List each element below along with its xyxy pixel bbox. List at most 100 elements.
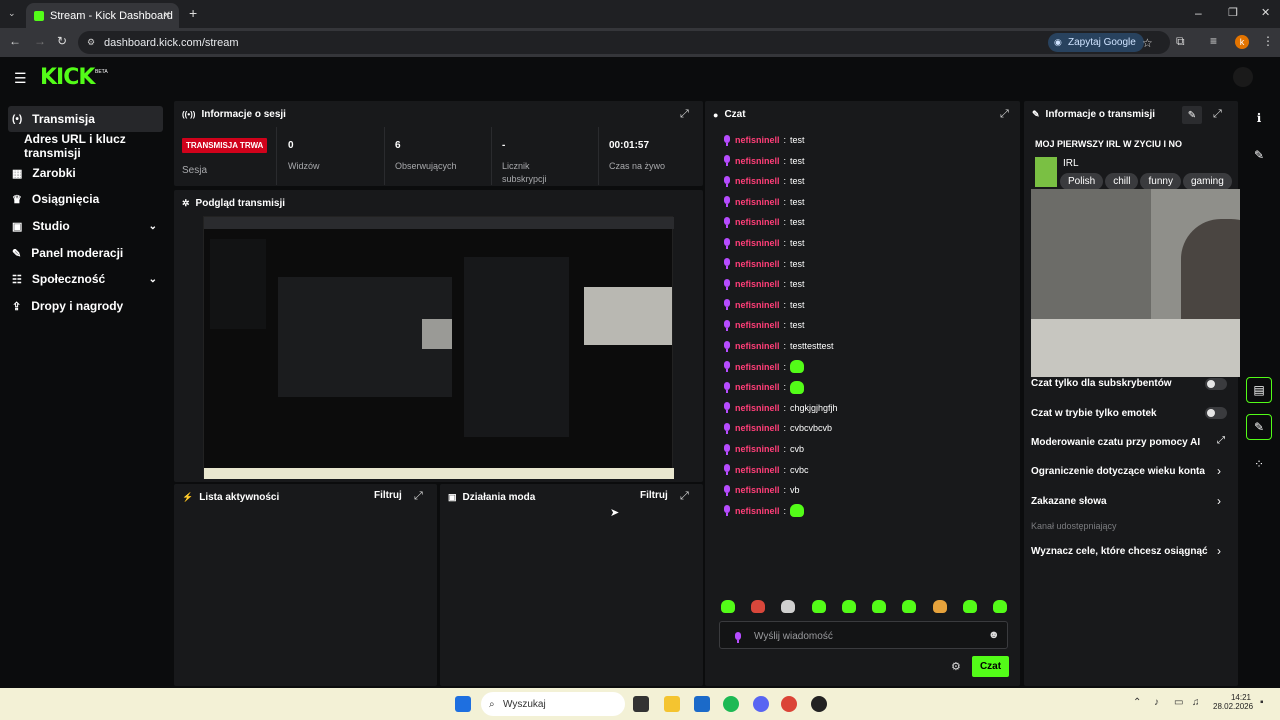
chat-username[interactable]: nefisninell (735, 382, 780, 392)
microphone-tray-icon[interactable]: ♪ (1154, 697, 1159, 708)
sidebar-item-panel-moderacji[interactable]: ✎ Panel moderacji (8, 240, 163, 266)
chat-username[interactable]: nefisninell (735, 156, 780, 166)
chrome-icon[interactable] (781, 696, 797, 712)
emote-only-toggle[interactable] (1205, 407, 1227, 419)
back-icon[interactable]: ← (9, 34, 21, 48)
setting-age-limit[interactable]: Ograniczenie dotyczące wieku konta (1031, 466, 1205, 477)
chat-message[interactable]: nefisninell: test (723, 298, 805, 312)
chat-input[interactable]: Wyślij wiadomość ☻ (719, 621, 1008, 649)
sidebar-item-stream-key[interactable]: Adres URL i klucz transmisji (20, 132, 170, 160)
maximize-icon[interactable]: ❐ (1228, 6, 1238, 19)
notifications-icon[interactable]: ▪ (1260, 697, 1264, 708)
setting-goals[interactable]: Wyznacz cele, które chcesz osiągnąć (1031, 546, 1208, 557)
chat-message[interactable]: nefisninell: cvbc (723, 463, 809, 477)
browser-menu-icon[interactable]: ⋮ (1262, 34, 1274, 48)
stream-preview-video[interactable] (203, 216, 674, 479)
media-icon[interactable]: ≡ (1210, 34, 1217, 48)
chevron-right-icon[interactable]: › (1217, 494, 1221, 508)
chat-username[interactable]: nefisninell (735, 444, 780, 454)
emote-icon[interactable] (811, 600, 826, 613)
chat-username[interactable]: nefisninell (735, 362, 780, 372)
window-close-icon[interactable]: ✕ (1261, 6, 1270, 19)
emote-icon[interactable] (781, 600, 796, 613)
chat-settings-gear-icon[interactable]: ⚙ (951, 660, 961, 673)
chat-username[interactable]: nefisninell (735, 135, 780, 145)
chat-username[interactable]: nefisninell (735, 465, 780, 475)
chat-message[interactable]: nefisninell: test (723, 277, 805, 291)
chat-message[interactable]: nefisninell: cvb (723, 442, 804, 456)
chat-username[interactable]: nefisninell (735, 341, 780, 351)
network-icon[interactable]: ▭ (1174, 697, 1183, 708)
profile-avatar[interactable]: k (1235, 35, 1249, 49)
chat-send-button[interactable]: Czat (972, 656, 1009, 677)
chat-username[interactable]: nefisninell (735, 197, 780, 207)
setting-banned-words[interactable]: Zakazane słowa (1031, 496, 1107, 507)
sidebar-item-osiagniecia[interactable]: ♛ Osiągnięcia (8, 186, 163, 212)
chat-message[interactable]: nefisninell: (723, 504, 805, 518)
filter-button[interactable]: Filtruj (640, 490, 668, 501)
emote-icon[interactable] (721, 600, 735, 613)
minimize-icon[interactable]: – (1195, 6, 1202, 20)
chat-message[interactable]: nefisninell: testtesttest (723, 339, 834, 353)
filter-button[interactable]: Filtruj (374, 490, 402, 501)
chat-message[interactable]: nefisninell: chgkjgjhgfjh (723, 401, 838, 415)
task-view-icon[interactable] (633, 696, 649, 712)
chat-username[interactable]: nefisninell (735, 238, 780, 248)
chat-message[interactable]: nefisninell: cvbcvbcvb (723, 421, 832, 435)
expand-icon[interactable]: ⤢ (1000, 108, 1009, 121)
reload-icon[interactable]: ↻ (57, 34, 67, 48)
bookmark-star-icon[interactable]: ☆ (1142, 36, 1153, 50)
chat-username[interactable]: nefisninell (735, 403, 780, 413)
edit-pencil-icon[interactable]: ✎ (1246, 142, 1272, 168)
taskbar-search[interactable]: ⌕ Wyszukaj (481, 692, 625, 716)
extensions-icon[interactable]: ⧉ (1176, 34, 1185, 49)
expand-icon[interactable]: ⤢ (414, 490, 423, 503)
chat-message[interactable]: nefisninell: test (723, 174, 805, 188)
chat-message[interactable]: nefisninell: test (723, 236, 805, 250)
apps-icon[interactable]: ⁘ (1246, 451, 1272, 477)
chat-username[interactable]: nefisninell (735, 217, 780, 227)
emote-icon[interactable] (751, 600, 766, 613)
emoji-picker-icon[interactable]: ☻ (988, 629, 1000, 641)
chat-username[interactable]: nefisninell (735, 300, 780, 310)
chevron-right-icon[interactable]: › (1217, 544, 1221, 558)
expand-icon[interactable]: ⤢ (680, 490, 689, 503)
sidebar-item-zarobki[interactable]: ▦ Zarobki (8, 160, 163, 186)
chat-message[interactable]: nefisninell: test (723, 195, 805, 209)
chat-message[interactable]: nefisninell: test (723, 215, 805, 229)
chat-message[interactable]: nefisninell: test (723, 133, 805, 147)
info-icon[interactable]: ℹ (1246, 105, 1272, 131)
layout-panels-icon[interactable]: ▤ (1246, 377, 1272, 403)
chat-message[interactable]: nefisninell: test (723, 318, 805, 332)
google-button[interactable]: ◉ Zapytaj Google (1048, 33, 1144, 52)
app-icon[interactable] (811, 696, 827, 712)
taskbar-clock[interactable]: 14:21 28.02.2026 (1213, 693, 1253, 711)
sidebar-item-transmisja[interactable]: (•) Transmisja (8, 106, 163, 132)
emote-icon[interactable] (992, 600, 1007, 613)
browser-tab[interactable]: Stream - Kick Dashboard ✕ (26, 3, 179, 28)
emote-icon[interactable] (841, 600, 856, 613)
chevron-right-icon[interactable]: › (1217, 464, 1221, 478)
chat-username[interactable]: nefisninell (735, 259, 780, 269)
store-icon[interactable] (694, 696, 710, 712)
site-info-icon[interactable]: ⚙ (87, 37, 95, 48)
chat-message[interactable]: nefisninell: test (723, 257, 805, 271)
setting-ai-moderation[interactable]: Moderowanie czatu przy pomocy AI (1031, 437, 1200, 448)
expand-icon[interactable]: ⤢ (1213, 108, 1222, 121)
tab-close-icon[interactable]: ✕ (163, 10, 171, 21)
chat-username[interactable]: nefisninell (735, 320, 780, 330)
windows-start-icon[interactable] (455, 696, 471, 712)
emote-icon[interactable] (872, 600, 887, 613)
emote-icon[interactable] (962, 600, 977, 613)
sidebar-item-dropy[interactable]: ⇪ Dropy i nagrody (8, 293, 163, 319)
sidebar-item-spolecznosc[interactable]: ☷ Społeczność ⌄ (8, 266, 163, 292)
emote-icon[interactable] (932, 600, 947, 613)
sidebar-item-studio[interactable]: ▣ Studio ⌄ (8, 213, 163, 239)
hamburger-menu-icon[interactable]: ☰ (14, 70, 27, 87)
emote-icon[interactable] (902, 600, 917, 613)
chat-username[interactable]: nefisninell (735, 485, 780, 495)
external-link-icon[interactable]: ⤢ (1217, 435, 1225, 446)
chat-username[interactable]: nefisninell (735, 506, 780, 516)
tab-search-icon[interactable]: ⌄ (8, 8, 16, 19)
chat-message[interactable]: nefisninell: (723, 380, 805, 394)
